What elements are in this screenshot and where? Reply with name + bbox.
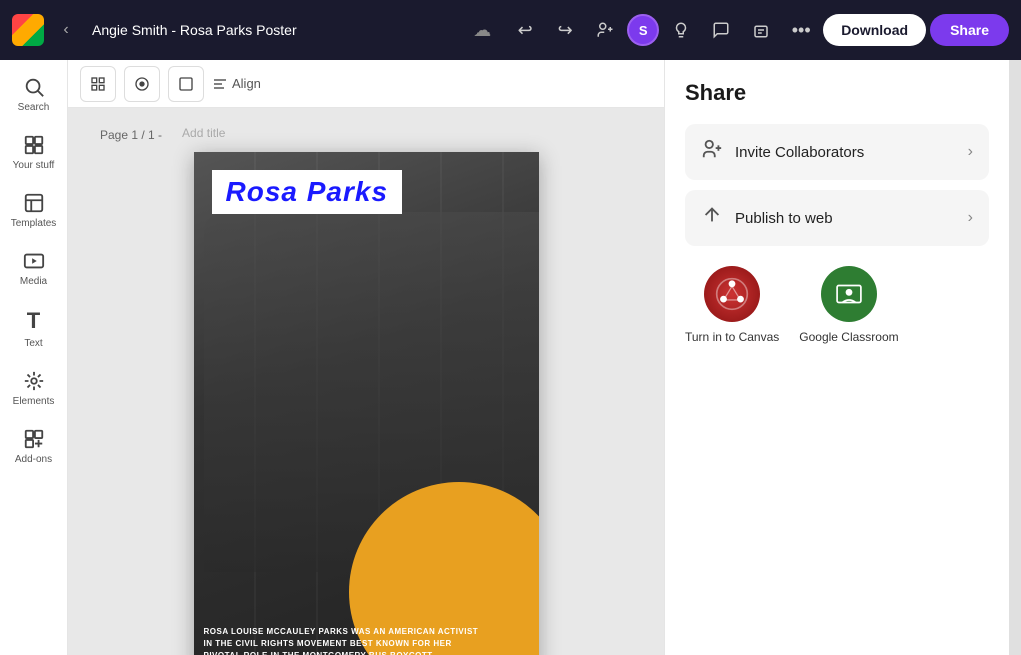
sidebar-templates-label: Templates [11,218,57,230]
main-layout: Search Your stuff Templates [0,60,1021,655]
sidebar-text-label: Text [24,338,42,350]
sidebar-item-add-ons[interactable]: Add-ons [4,420,64,474]
sidebar-item-search[interactable]: Search [4,68,64,122]
right-scrollbar [1009,60,1021,655]
poster-text-block: Rosa Louise McCauley Parks was an Americ… [204,626,489,655]
comments-button[interactable] [743,12,779,48]
templates-icon [23,192,45,214]
invite-collaborators-label: Invite Collaborators [735,144,864,161]
canvas-area: Page 1 / 1 - Add title Rosa Parks [68,108,664,655]
frame-button[interactable] [168,66,204,102]
add-title-link[interactable]: Add title [182,126,225,140]
toolbar: Align [68,60,664,108]
sidebar-search-label: Search [18,102,50,114]
sidebar-elements-label: Elements [13,396,55,408]
share-apps: Turn in to Canvas Google Classroom [685,266,989,346]
more-button[interactable]: ••• [783,12,819,48]
invite-collaborators-icon [701,138,723,166]
canva-logo[interactable] [12,14,44,46]
sidebar-item-templates[interactable]: Templates [4,184,64,238]
google-classroom-option[interactable]: Google Classroom [799,266,898,346]
topbar-actions: ↩ ↪ S ••• Download Share [507,12,1009,48]
turn-in-to-canvas-option[interactable]: Turn in to Canvas [685,266,779,346]
sidebar-item-your-stuff[interactable]: Your stuff [4,126,64,180]
invite-collaborators-arrow: › [968,143,973,161]
canvas-wrapper[interactable]: Rosa Parks Rosa Louise McCauley Parks wa… [68,152,664,655]
publish-to-web-arrow: › [968,209,973,227]
topbar: ‹ Angie Smith - Rosa Parks Poster ☁ ↩ ↪ … [0,0,1021,60]
publish-icon [701,204,723,232]
search-icon [23,76,45,98]
cloud-sync-icon: ☁ [473,20,491,41]
publish-to-web-option[interactable]: Publish to web › [685,190,989,246]
lightbulb-button[interactable] [663,12,699,48]
share-title: Share [685,80,989,106]
your-stuff-icon [23,134,45,156]
download-button[interactable]: Download [823,14,926,46]
media-icon [23,250,45,272]
page-label: Page 1 / 1 - [84,118,178,148]
nav-back-button[interactable]: ‹ [52,16,80,44]
google-classroom-label: Google Classroom [799,330,898,346]
classroom-app-icon [821,266,877,322]
add-person-button[interactable] [587,12,623,48]
share-panel: Share Invite Collaborators › [664,60,1009,655]
poster-title: Rosa Parks [226,176,389,207]
poster[interactable]: Rosa Parks Rosa Louise McCauley Parks wa… [194,152,539,655]
user-avatar[interactable]: S [627,14,659,46]
invite-collaborators-option[interactable]: Invite Collaborators › [685,124,989,180]
invite-collaborators-left: Invite Collaborators [701,138,864,166]
sidebar-item-media[interactable]: Media [4,242,64,296]
turn-in-to-canvas-label: Turn in to Canvas [685,330,779,346]
align-label: Align [232,76,261,91]
publish-to-web-label: Publish to web [735,210,833,227]
align-control[interactable]: Align [212,76,261,92]
sidebar-item-text[interactable]: T Text [4,300,64,358]
elements-icon [23,370,45,392]
poster-description: Rosa Louise McCauley Parks was an Americ… [204,626,489,655]
chat-button[interactable] [703,12,739,48]
add-ons-icon [23,428,45,450]
sidebar-media-label: Media [20,276,47,288]
poster-title-box: Rosa Parks [212,170,403,214]
canvas-app-icon [704,266,760,322]
publish-to-web-left: Publish to web [701,204,833,232]
text-icon: T [27,308,40,334]
document-title: Angie Smith - Rosa Parks Poster [92,22,465,38]
sidebar-your-stuff-label: Your stuff [13,160,55,172]
color-picker-button[interactable] [124,66,160,102]
undo-button[interactable]: ↩ [507,12,543,48]
sidebar-item-elements[interactable]: Elements [4,362,64,416]
share-button[interactable]: Share [930,14,1009,46]
redo-button[interactable]: ↪ [547,12,583,48]
sidebar: Search Your stuff Templates [0,60,68,655]
grid-view-button[interactable] [80,66,116,102]
sidebar-add-ons-label: Add-ons [15,454,52,466]
